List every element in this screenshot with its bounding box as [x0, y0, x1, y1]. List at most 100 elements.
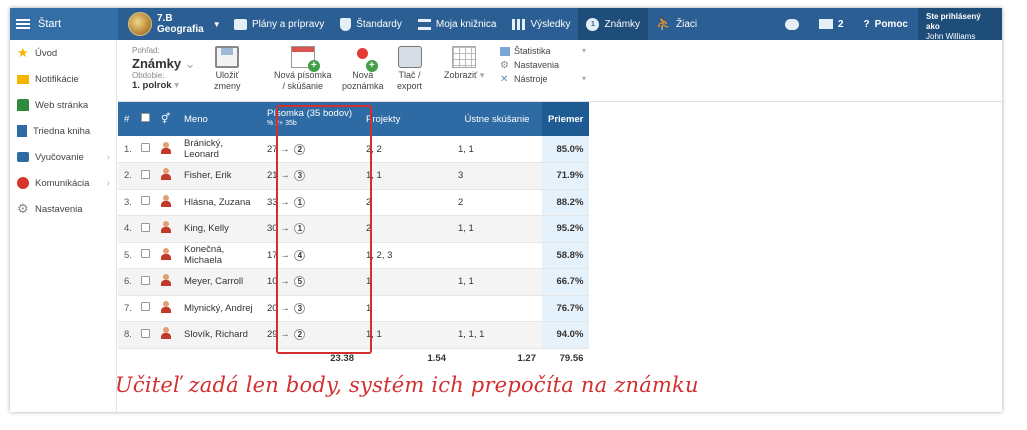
row-checkbox[interactable]: [141, 328, 150, 338]
student-name[interactable]: King, Kelly: [178, 215, 261, 243]
select-all-checkbox[interactable]: [141, 113, 150, 122]
tools-label: Nástroje: [514, 74, 548, 84]
oral-cell[interactable]: 3: [452, 162, 542, 190]
row-number: 6.: [118, 268, 138, 296]
print-export-button[interactable]: Tlač / export: [397, 46, 422, 92]
student-avatar-icon: [161, 247, 171, 260]
row-number: 3.: [118, 189, 138, 216]
oral-cell[interactable]: 1, 1: [452, 215, 542, 243]
class-selector[interactable]: 7.B Geografia ▼: [118, 12, 226, 36]
projects-cell[interactable]: 1, 2, 3: [360, 242, 452, 269]
new-note-label: Nová: [352, 70, 374, 80]
save-icon: [215, 46, 240, 68]
settings-button[interactable]: ⚙ Nastavenia: [500, 58, 559, 72]
oral-cell[interactable]: 1, 1: [452, 136, 542, 163]
settings-label: Nastavenia: [514, 60, 560, 70]
col-name[interactable]: Meno: [178, 102, 261, 136]
row-number: 7.: [118, 295, 138, 322]
library-icon: [417, 18, 431, 30]
row-checkbox[interactable]: [141, 169, 150, 179]
col-projects[interactable]: Projekty: [360, 102, 452, 136]
period-selector[interactable]: 1. polrok ▾: [132, 81, 196, 91]
sidebar-item-label: Vyučovanie: [35, 151, 84, 163]
student-name[interactable]: Mlynický, Andrej: [178, 295, 261, 322]
nav-grades[interactable]: 1 Známky: [578, 8, 649, 40]
new-note-button[interactable]: Nová poznámka: [342, 46, 384, 92]
statistics-button[interactable]: Štatistika: [500, 44, 559, 58]
row-checkbox[interactable]: [141, 143, 150, 152]
row-checkbox[interactable]: [141, 275, 150, 285]
main-nav: Plány a prípravy Štandardy Moja knižnica…: [226, 8, 705, 40]
row-checkbox[interactable]: [141, 302, 150, 312]
help-button[interactable]: ? Pomoc: [854, 19, 918, 30]
new-exam-button[interactable]: Nová písomka / skúšanie: [274, 46, 332, 92]
sidebar-item-classbook[interactable]: Triedna kniha: [10, 118, 116, 144]
oral-cell[interactable]: 1, 1: [452, 268, 542, 296]
new-exam-label: Nová písomka: [274, 70, 332, 80]
row-number: 4.: [118, 215, 138, 243]
caret-down-icon: ▾: [479, 70, 485, 80]
caret-down-icon[interactable]: ▾: [582, 46, 586, 55]
messages-button[interactable]: 2: [809, 19, 854, 30]
student-avatar-icon: [161, 141, 171, 154]
print-label: export: [397, 81, 423, 91]
oral-cell[interactable]: [452, 242, 542, 269]
save-button[interactable]: Uložiť zmeny: [214, 46, 241, 92]
sidebar-item-settings[interactable]: ⚙ Nastavenia: [10, 196, 116, 222]
projects-cell[interactable]: 1: [360, 295, 452, 322]
row-checkbox[interactable]: [141, 249, 150, 259]
students-icon: ⛹: [656, 17, 671, 31]
chat-button[interactable]: [775, 18, 809, 30]
nav-plans[interactable]: Plány a prípravy: [226, 8, 332, 40]
student-avatar-icon: [161, 274, 171, 287]
envelope-icon: [818, 19, 833, 29]
caret-down-icon: ⌄: [184, 56, 196, 71]
student-avatar-icon: [161, 221, 171, 234]
student-name[interactable]: Hlásna, Zuzana: [178, 189, 261, 216]
gears-icon: ⚙: [500, 59, 509, 71]
oral-cell[interactable]: 2: [452, 189, 542, 216]
oral-cell[interactable]: 1, 1, 1: [452, 321, 542, 349]
start-button[interactable]: Štart: [10, 8, 118, 40]
footer-total-average: 79.56: [559, 352, 584, 364]
printer-icon: [397, 46, 422, 68]
view-selector[interactable]: Pohľad: Známky ⌄ Obdobie: 1. polrok ▾: [132, 46, 196, 91]
oral-cell[interactable]: [452, 295, 542, 322]
sidebar-item-home[interactable]: ★ Úvod: [10, 40, 116, 66]
row-checkbox[interactable]: [141, 222, 150, 232]
nav-students[interactable]: ⛹ Žiaci: [648, 8, 705, 40]
exam-column-highlight: [276, 105, 372, 354]
sidebar-item-notifications[interactable]: Notifikácie: [10, 66, 116, 92]
projects-cell[interactable]: 2: [360, 215, 452, 243]
projects-cell[interactable]: 2: [360, 189, 452, 216]
nav-results[interactable]: Výsledky: [504, 8, 578, 40]
col-gender: ⚥: [158, 102, 178, 136]
annotation-caption: Učiteľ zadá len body, systém ich prepočí…: [115, 373, 699, 397]
caret-down-icon[interactable]: ▾: [582, 74, 586, 83]
sidebar-item-website[interactable]: Web stránka: [10, 92, 116, 118]
student-name[interactable]: Fisher, Erik: [178, 162, 261, 190]
sidebar-item-communication[interactable]: Komunikácia ›: [10, 170, 116, 196]
nav-standards[interactable]: Štandardy: [332, 8, 410, 40]
tools-button[interactable]: ✕ Nástroje: [500, 72, 559, 86]
student-name[interactable]: Slovík, Richard: [178, 321, 261, 349]
average-cell: 71.9%: [542, 162, 590, 190]
projects-cell[interactable]: 1, 1: [360, 162, 452, 190]
student-name[interactable]: Konečná, Michaela: [178, 242, 261, 269]
star-icon: ★: [17, 45, 29, 60]
student-name[interactable]: Bránický, Leonard: [178, 136, 261, 163]
show-button[interactable]: Zobraziť ▾: [444, 46, 484, 81]
nav-library[interactable]: Moja knižnica: [410, 8, 505, 40]
projects-cell[interactable]: 1, 1: [360, 321, 452, 349]
start-label: Štart: [38, 18, 62, 30]
projects-cell[interactable]: 1: [360, 268, 452, 296]
student-name[interactable]: Meyer, Carroll: [178, 268, 261, 296]
user-menu[interactable]: Ste prihlásený ako John Williams: [918, 8, 1002, 41]
new-note-label: poznámka: [342, 81, 384, 91]
col-oral[interactable]: Ústne skúšanie: [452, 102, 542, 136]
grade-icon: 1: [586, 17, 600, 31]
projects-cell[interactable]: 2, 2: [360, 136, 452, 163]
sidebar-item-teaching[interactable]: Vyučovanie ›: [10, 144, 116, 170]
row-checkbox[interactable]: [141, 196, 150, 206]
class-name: 7.B: [157, 13, 173, 24]
